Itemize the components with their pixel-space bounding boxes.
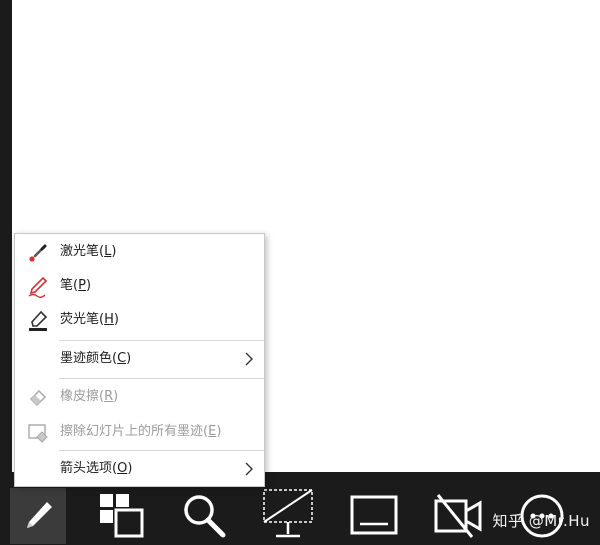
black-screen-button[interactable]	[260, 488, 316, 544]
watermark-text: 知乎 @Mr.Hu	[492, 512, 590, 530]
chevron-right-icon	[245, 462, 253, 476]
see-all-slides-button[interactable]	[94, 488, 150, 544]
menu-item-label: 擦除幻灯片上的所有墨迹(E)	[60, 424, 222, 439]
pen-options-menu: 激光笔(L) 笔(P) 荧光笔(H) 墨迹颜色(C) 橡皮擦(R) 擦除幻灯片上…	[14, 233, 265, 487]
screen-toggle-icon	[263, 489, 313, 538]
menu-separator	[59, 340, 264, 341]
subtitles-button[interactable]	[346, 488, 402, 544]
menu-item-label: 箭头选项(O)	[60, 461, 133, 476]
erase-all-ink-icon	[28, 424, 48, 443]
menu-item-label: 墨迹颜色(C)	[60, 351, 132, 366]
menu-separator	[59, 378, 264, 379]
menu-item-label: 荧光笔(H)	[60, 312, 119, 327]
chevron-right-icon	[245, 352, 253, 366]
zoom-button[interactable]	[176, 488, 232, 544]
menu-item-pen[interactable]: 笔(P)	[15, 269, 264, 303]
slides-grid-icon	[100, 494, 144, 538]
subtitles-icon	[350, 495, 398, 535]
menu-item-highlighter[interactable]: 荧光笔(H)	[15, 303, 264, 337]
camera-button[interactable]	[430, 488, 486, 544]
menu-item-ink-color[interactable]: 墨迹颜色(C)	[15, 342, 264, 376]
menu-item-label: 笔(P)	[60, 278, 92, 293]
laser-pointer-icon	[29, 244, 47, 262]
menu-item-arrow-options[interactable]: 箭头选项(O)	[15, 452, 264, 486]
magnifier-icon	[184, 495, 226, 538]
highlighter-icon	[29, 310, 48, 331]
left-edge	[0, 0, 12, 545]
eraser-icon	[29, 389, 47, 407]
pen-icon	[28, 276, 48, 298]
camera-off-icon	[434, 494, 482, 538]
pen-icon	[27, 502, 52, 528]
pen-tool-button[interactable]	[10, 488, 66, 544]
menu-separator	[59, 450, 264, 451]
menu-item-laser-pointer[interactable]: 激光笔(L)	[15, 235, 264, 269]
menu-item-eraser[interactable]: 橡皮擦(R)	[15, 380, 264, 414]
menu-item-label: 橡皮擦(R)	[60, 389, 119, 404]
menu-item-erase-all-ink[interactable]: 擦除幻灯片上的所有墨迹(E)	[15, 415, 264, 449]
menu-item-label: 激光笔(L)	[60, 244, 117, 259]
